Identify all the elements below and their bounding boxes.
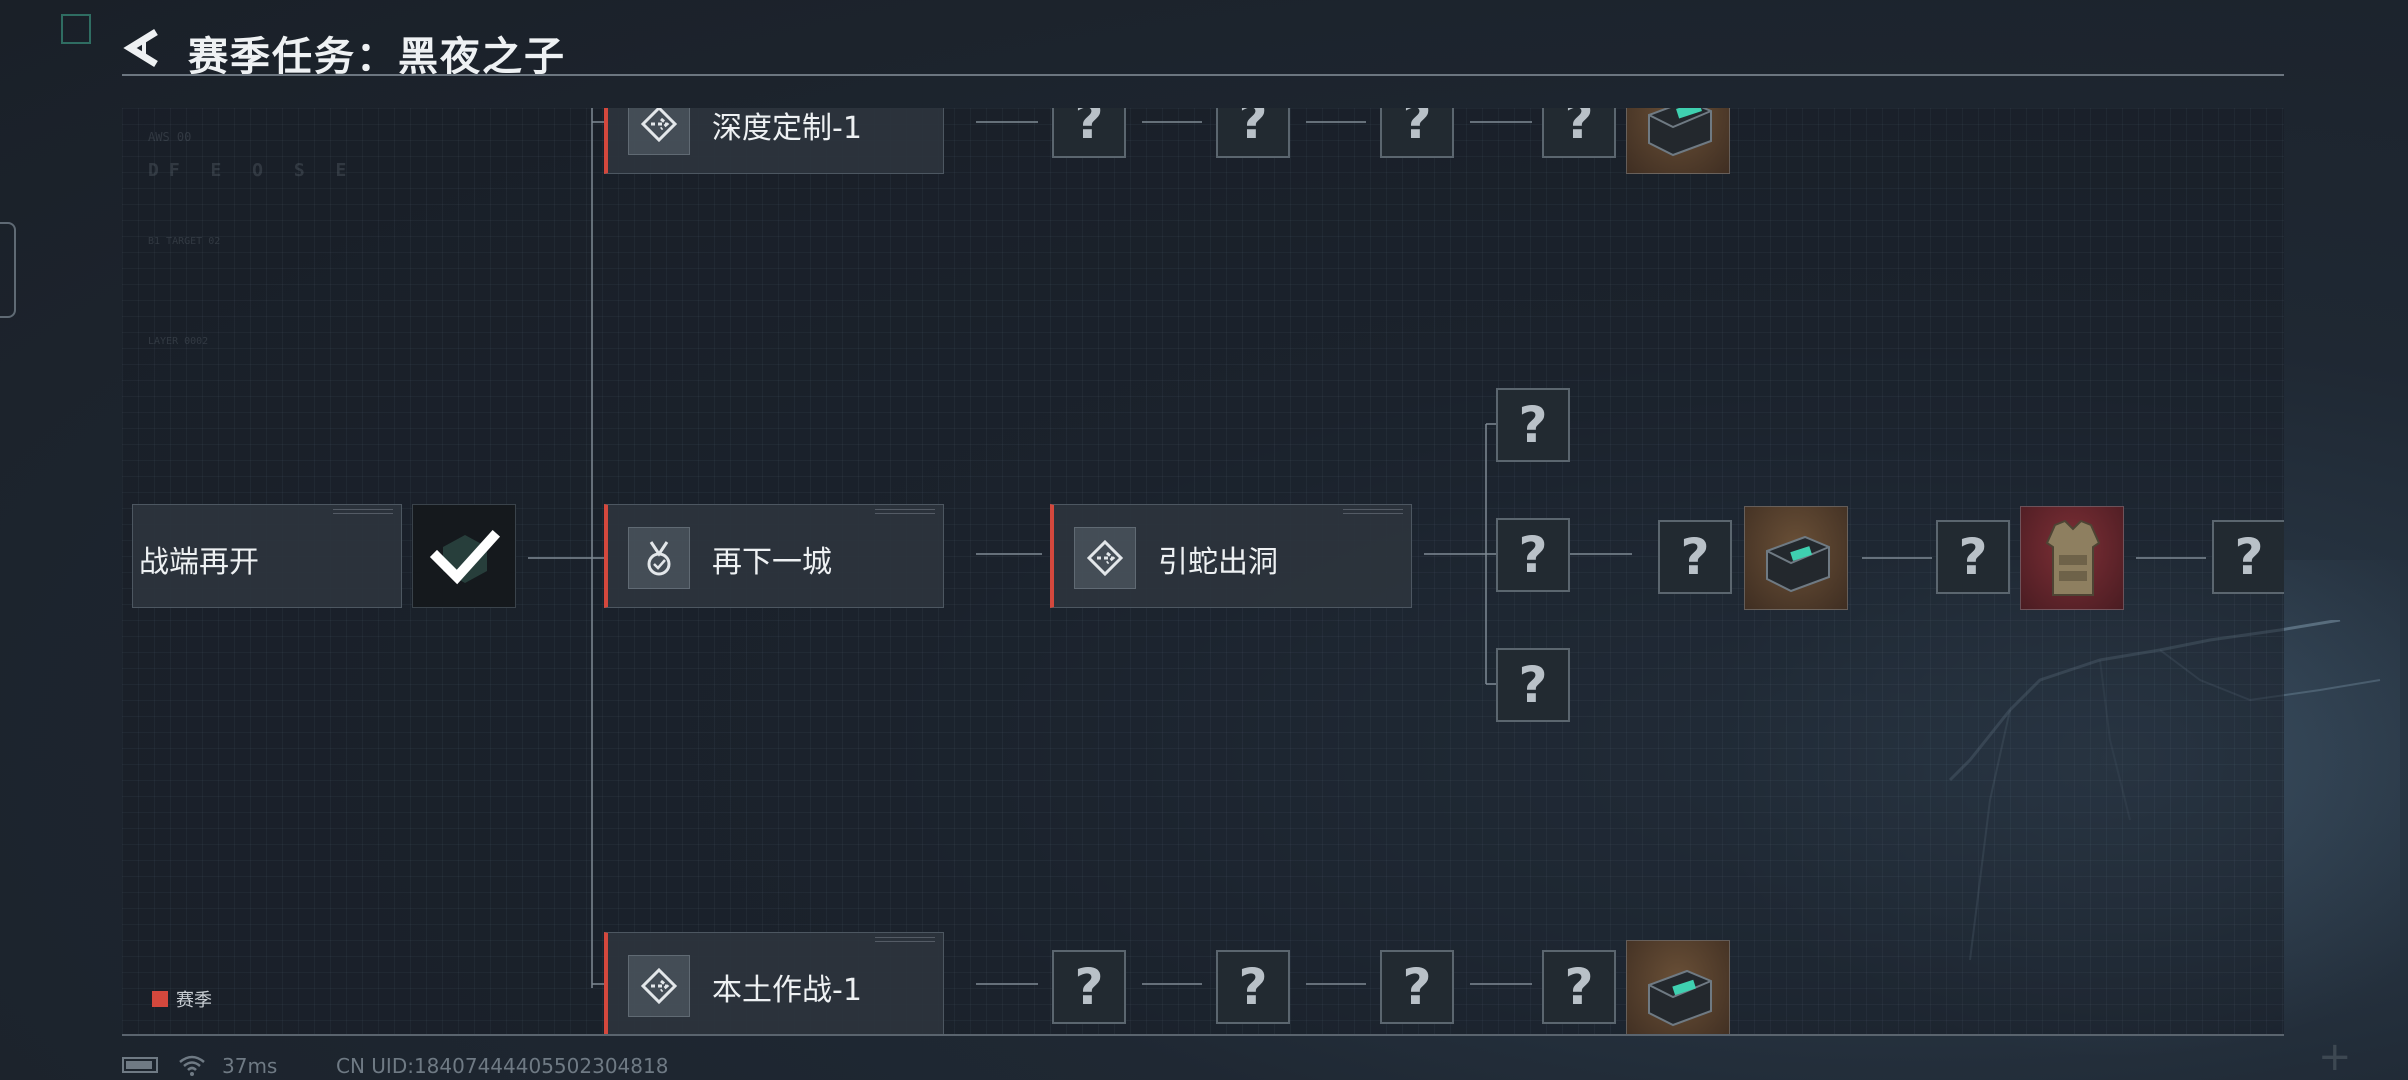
supply-chest-icon [1648, 969, 1712, 1027]
question-mark-icon: ? [2234, 528, 2264, 586]
mystery-task-bottom-4[interactable]: ? [1542, 950, 1616, 1024]
question-mark-icon: ? [1238, 958, 1268, 1016]
question-mark-icon: ? [1564, 958, 1594, 1016]
back-arrow-icon[interactable] [122, 28, 166, 68]
question-mark-icon: ? [1402, 958, 1432, 1016]
diamond-arrow-icon [1086, 539, 1124, 577]
task-label: 引蛇出洞 [1158, 545, 1278, 580]
user-uid: CN UID:18407444405502304818 [336, 1054, 669, 1078]
question-mark-icon: ? [1564, 108, 1594, 150]
question-mark-icon: ? [1518, 656, 1548, 714]
mystery-task-mid-1[interactable]: ? [1658, 520, 1732, 594]
mystery-task-top-1[interactable]: ? [1052, 108, 1126, 158]
question-mark-icon: ? [1074, 108, 1104, 150]
board-divider [122, 1034, 2284, 1036]
task-label: 再下一城 [712, 545, 832, 580]
mystery-task-bottom-1[interactable]: ? [1052, 950, 1126, 1024]
task-label: 战端再开 [139, 545, 259, 580]
mystery-task-branch-upper[interactable]: ? [1496, 388, 1570, 462]
task-node-deep-custom[interactable]: 深度定制-1 [604, 108, 944, 174]
battery-icon [122, 1057, 158, 1073]
body-armor-icon [2045, 519, 2101, 596]
node-decoration [333, 509, 393, 514]
mystery-task-top-3[interactable]: ? [1380, 108, 1454, 158]
legend-season-label: 赛季 [176, 990, 212, 1011]
question-mark-icon: ? [1518, 396, 1548, 454]
corner-frame-icon [61, 14, 91, 44]
task-node-homeland[interactable]: 本土作战-1 [604, 932, 944, 1034]
reward-mid-chest[interactable] [1744, 506, 1848, 610]
question-mark-icon: ? [1518, 526, 1548, 584]
header-divider [122, 74, 2284, 76]
mystery-task-mid-3[interactable]: ? [2212, 520, 2284, 594]
mystery-task-bottom-2[interactable]: ? [1216, 950, 1290, 1024]
mystery-task-mid-2[interactable]: ? [1936, 520, 2010, 594]
reward-bottom-chest[interactable] [1626, 940, 1730, 1034]
task-node-next-city[interactable]: 再下一城 [604, 504, 944, 608]
question-mark-icon: ? [1958, 528, 1988, 586]
wifi-icon [179, 1055, 205, 1076]
diamond-arrow-icon [640, 108, 678, 143]
mystery-task-top-2[interactable]: ? [1216, 108, 1290, 158]
medal-icon [647, 541, 671, 576]
node-decoration [875, 509, 935, 514]
task-type-icon [628, 955, 690, 1017]
plus-icon: + [2318, 1034, 2352, 1080]
task-label: 深度定制-1 [712, 111, 862, 146]
question-mark-icon: ? [1238, 108, 1268, 150]
legend-season-swatch [152, 991, 168, 1007]
reward-top-chest[interactable] [1626, 108, 1730, 174]
ping-readout: 37ms [222, 1054, 278, 1078]
node-decoration [875, 937, 935, 942]
diamond-arrow-icon [640, 967, 678, 1005]
task-node-lure-snake[interactable]: 引蛇出洞 [1050, 504, 1412, 608]
mystery-task-top-4[interactable]: ? [1542, 108, 1616, 158]
completed-check-badge [412, 504, 516, 608]
task-node-start[interactable]: 战端再开 [132, 504, 402, 608]
task-label: 本土作战-1 [712, 973, 862, 1008]
task-type-icon [1074, 527, 1136, 589]
mystery-task-branch-middle[interactable]: ? [1496, 518, 1570, 592]
node-decoration [1343, 509, 1403, 514]
checkmark-icon [429, 529, 501, 585]
question-mark-icon: ? [1074, 958, 1104, 1016]
question-mark-icon: ? [1680, 528, 1710, 586]
supply-chest-icon [1766, 535, 1830, 593]
mystery-task-bottom-3[interactable]: ? [1380, 950, 1454, 1024]
question-mark-icon: ? [1402, 108, 1432, 150]
task-tree-board[interactable]: AWS 00 DF E O S E B1 TARGET 02 LAYER 000… [122, 108, 2284, 1034]
task-type-icon [628, 527, 690, 589]
supply-chest-icon [1648, 108, 1712, 157]
task-type-icon [628, 108, 690, 155]
side-drawer-handle[interactable] [0, 222, 16, 318]
mystery-task-branch-lower[interactable]: ? [1496, 648, 1570, 722]
reward-mid-armor[interactable] [2020, 506, 2124, 610]
